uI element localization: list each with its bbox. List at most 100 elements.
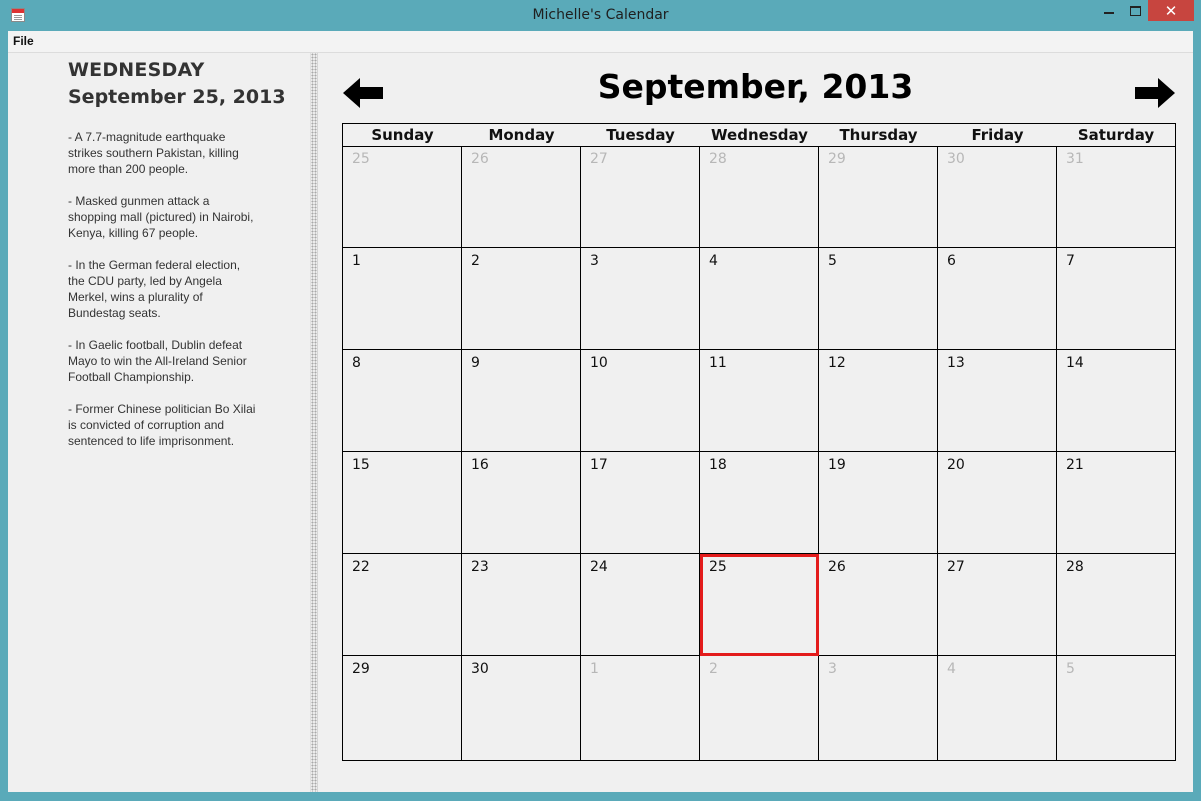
day-cell[interactable]: 27 (938, 554, 1057, 656)
day-cell[interactable]: 21 (1057, 452, 1175, 554)
weekday-header-thursday: Thursday (839, 126, 918, 144)
day-number: 30 (947, 151, 965, 167)
day-number: 14 (1066, 355, 1084, 371)
day-number: 19 (828, 457, 846, 473)
day-number: 27 (947, 559, 965, 575)
month-grid: Sunday Monday Tuesday Wednesday Thursday Frid… (342, 123, 1176, 761)
day-cell[interactable]: 4 (700, 248, 819, 350)
selected-date: September 25, 2013 (68, 86, 286, 108)
menu-file[interactable]: File (13, 34, 34, 48)
day-cell[interactable]: 3 (819, 656, 938, 760)
day-cell[interactable]: 27 (581, 146, 700, 248)
day-number: 6 (947, 253, 956, 269)
day-number: 9 (471, 355, 480, 371)
day-cell[interactable]: 19 (819, 452, 938, 554)
day-cell[interactable]: 29 (343, 656, 462, 760)
day-cell[interactable]: 6 (938, 248, 1057, 350)
day-cell[interactable]: 30 (938, 146, 1057, 248)
weekday-header-tuesday: Tuesday (606, 126, 675, 144)
day-cell[interactable]: 1 (581, 656, 700, 760)
maximize-icon (1129, 5, 1141, 16)
day-number: 12 (828, 355, 846, 371)
weekday-header-monday: Monday (488, 126, 555, 144)
day-grid: 25 26 27 28 29 30 31 1 2 3 4 5 6 7 8 9 10 11 12 13 14 15 16 17 1… (343, 146, 1175, 760)
next-month-button[interactable] (1135, 78, 1175, 108)
day-number: 29 (828, 151, 846, 167)
day-number: 30 (471, 661, 489, 677)
day-number: 29 (352, 661, 370, 677)
day-cell[interactable]: 10 (581, 350, 700, 452)
day-number: 17 (590, 457, 608, 473)
day-number: 15 (352, 457, 370, 473)
day-cell[interactable]: 2 (700, 656, 819, 760)
day-cell[interactable]: 5 (1057, 656, 1175, 760)
close-button[interactable]: ✕ (1148, 0, 1194, 21)
day-cell[interactable]: 29 (819, 146, 938, 248)
day-number: 4 (947, 661, 956, 677)
day-number: 11 (709, 355, 727, 371)
main-content: WEDNESDAY September 25, 2013 - A 7.7-mag… (8, 53, 1193, 792)
day-number: 7 (1066, 253, 1075, 269)
day-cell[interactable]: 18 (700, 452, 819, 554)
day-cell[interactable]: 9 (462, 350, 581, 452)
day-cell[interactable]: 12 (819, 350, 938, 452)
day-cell-selected[interactable]: 25 (700, 554, 819, 656)
day-number: 5 (1066, 661, 1075, 677)
day-number: 22 (352, 559, 370, 575)
day-cell[interactable]: 28 (1057, 554, 1175, 656)
split-pane-divider[interactable] (310, 53, 318, 792)
day-number: 25 (709, 559, 727, 575)
day-number: 8 (352, 355, 361, 371)
menu-bar: File (8, 31, 1193, 53)
day-number: 3 (828, 661, 837, 677)
day-number: 3 (590, 253, 599, 269)
day-number: 13 (947, 355, 965, 371)
day-number: 16 (471, 457, 489, 473)
weekday-header-sunday: Sunday (371, 126, 434, 144)
day-number: 26 (828, 559, 846, 575)
month-title: September, 2013 (597, 67, 914, 106)
day-cell[interactable]: 13 (938, 350, 1057, 452)
day-number: 31 (1066, 151, 1084, 167)
day-cell[interactable]: 20 (938, 452, 1057, 554)
day-cell[interactable]: 17 (581, 452, 700, 554)
day-cell[interactable]: 25 (343, 146, 462, 248)
selected-weekday: WEDNESDAY (68, 59, 205, 81)
day-cell[interactable]: 30 (462, 656, 581, 760)
day-cell[interactable]: 28 (700, 146, 819, 248)
day-number: 26 (471, 151, 489, 167)
day-cell[interactable]: 2 (462, 248, 581, 350)
day-number: 4 (709, 253, 718, 269)
day-cell[interactable]: 5 (819, 248, 938, 350)
day-cell[interactable]: 8 (343, 350, 462, 452)
day-cell[interactable]: 22 (343, 554, 462, 656)
news-item: - Masked gunmen attack a shopping mall (… (68, 194, 254, 240)
title-bar[interactable]: Michelle's Calendar ✕ (0, 0, 1201, 31)
close-icon: ✕ (1164, 1, 1178, 20)
day-cell[interactable]: 14 (1057, 350, 1175, 452)
day-number: 20 (947, 457, 965, 473)
minimize-button[interactable] (1096, 0, 1122, 21)
day-cell[interactable]: 31 (1057, 146, 1175, 248)
news-item: - In Gaelic football, Dublin defeat Mayo… (68, 338, 247, 384)
day-cell[interactable]: 1 (343, 248, 462, 350)
weekday-header-row: Sunday Monday Tuesday Wednesday Thursday Frid… (343, 124, 1175, 147)
day-cell[interactable]: 26 (462, 146, 581, 248)
day-number: 23 (471, 559, 489, 575)
day-cell[interactable]: 24 (581, 554, 700, 656)
day-number: 21 (1066, 457, 1084, 473)
day-cell[interactable]: 26 (819, 554, 938, 656)
day-cell[interactable]: 11 (700, 350, 819, 452)
day-cell[interactable]: 15 (343, 452, 462, 554)
weekday-header-wednesday: Wednesday (711, 126, 808, 144)
day-cell[interactable]: 4 (938, 656, 1057, 760)
day-info-panel: WEDNESDAY September 25, 2013 - A 7.7-mag… (8, 53, 310, 792)
maximize-button[interactable] (1122, 0, 1148, 21)
day-cell[interactable]: 23 (462, 554, 581, 656)
news-item: - A 7.7-magnitude earthquake strikes sou… (68, 130, 239, 176)
day-cell[interactable]: 3 (581, 248, 700, 350)
arrow-right-icon (1135, 78, 1175, 108)
day-cell[interactable]: 7 (1057, 248, 1175, 350)
day-cell[interactable]: 16 (462, 452, 581, 554)
day-number: 25 (352, 151, 370, 167)
